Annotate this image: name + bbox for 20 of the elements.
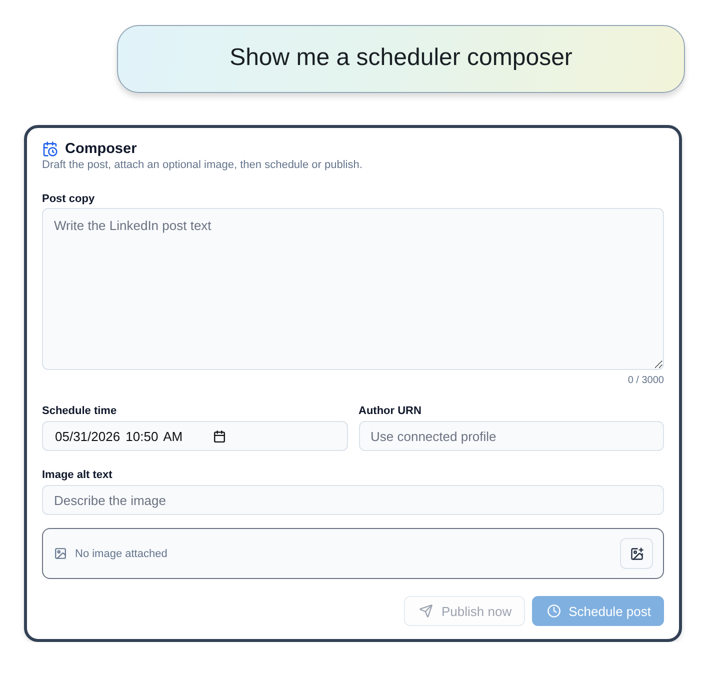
field-label: Schedule time	[42, 404, 118, 418]
image-plus-icon	[630, 546, 644, 560]
add-image-button[interactable]	[620, 538, 653, 569]
author-field[interactable]: Use connected profile	[358, 421, 664, 451]
field-label: Author URN	[358, 404, 422, 418]
calendar-clock-icon	[42, 141, 58, 157]
character-counter: 0 / 3000	[628, 374, 664, 388]
field-label: Post copy	[42, 192, 96, 206]
card-title: Composer	[65, 141, 137, 157]
calendar-icon[interactable]	[212, 430, 226, 442]
send-icon	[419, 604, 434, 618]
clock-icon	[546, 604, 561, 618]
image-icon	[54, 547, 67, 560]
prompt-bubble: Show me a scheduler composer	[117, 25, 685, 93]
datetime-field[interactable]: 05/31/2026 10:50 AM	[42, 421, 348, 451]
field-label: Image alt text	[42, 468, 114, 482]
attachment-status: No image attached	[75, 548, 168, 560]
alt-text-field[interactable]: Describe the image	[42, 485, 664, 515]
card-subtitle: Draft the post, attach an optional image, then schedule or publish.	[42, 158, 364, 172]
post-text-field[interactable]: Write the LinkedIn post text	[42, 208, 664, 370]
